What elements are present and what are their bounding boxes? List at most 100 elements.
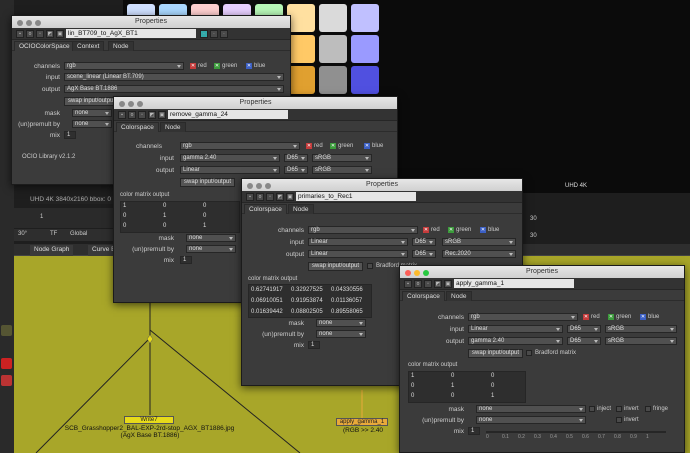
input-select[interactable]: Linear xyxy=(468,325,563,333)
tab-colorspace[interactable]: Colorspace xyxy=(402,291,445,301)
green-checkbox[interactable]: ✕ xyxy=(214,63,220,69)
matrix-cell[interactable]: 0 xyxy=(451,373,454,379)
matrix-cell[interactable]: 1 xyxy=(163,213,166,219)
red-checkbox[interactable]: ✕ xyxy=(190,63,196,69)
color2-icon[interactable]: ▣ xyxy=(444,280,452,288)
matrix-cell[interactable]: 0.01136057 xyxy=(331,298,362,304)
tab-node[interactable]: Node xyxy=(446,291,472,301)
mask-select[interactable]: none xyxy=(186,234,236,242)
titlebar[interactable]: Properties xyxy=(114,97,397,109)
blue-checkbox[interactable]: ✕ xyxy=(640,314,646,320)
input-primaries[interactable]: sRGB xyxy=(605,325,677,333)
blue-checkbox[interactable]: ✕ xyxy=(246,63,252,69)
matrix-cell[interactable]: 0 xyxy=(123,223,126,229)
output-primaries[interactable]: sRGB xyxy=(312,166,372,174)
mask-select[interactable]: none xyxy=(476,405,586,413)
lock-icon[interactable]: ▪ xyxy=(404,280,412,288)
matrix-cell[interactable]: 0 xyxy=(163,223,166,229)
input-select[interactable]: scene_linear (Linear BT.709) xyxy=(64,73,284,81)
color2-icon[interactable]: ▣ xyxy=(56,30,64,38)
blue-checkbox[interactable]: ✕ xyxy=(364,143,370,149)
green-checkbox[interactable]: ✕ xyxy=(330,143,336,149)
write-node[interactable]: Write7 xyxy=(124,416,174,424)
inject-checkbox[interactable] xyxy=(589,406,595,412)
red-checkbox[interactable]: ✕ xyxy=(583,314,589,320)
zoom-dot[interactable] xyxy=(137,101,143,107)
settings-icon[interactable]: o xyxy=(256,193,264,201)
output-whitepoint[interactable]: D65 xyxy=(284,166,308,174)
tab-ocio-colorspace[interactable]: OCIOColorSpace xyxy=(14,41,75,51)
bradford-checkbox[interactable] xyxy=(526,350,532,356)
swap-button[interactable]: swap input/output xyxy=(180,178,236,187)
matrix-cell[interactable]: 1 xyxy=(123,203,126,209)
output-select[interactable]: AgX Base BT.1886 xyxy=(64,85,284,93)
tab-colorspace[interactable]: Colorspace xyxy=(244,204,287,214)
mix-field[interactable]: 1 xyxy=(468,427,480,435)
blue-checkbox[interactable]: ✕ xyxy=(480,227,486,233)
matrix-cell[interactable]: 0.06910051 xyxy=(251,298,283,304)
matrix-cell[interactable]: 1 xyxy=(411,373,414,379)
channels-select[interactable]: rgb xyxy=(180,142,300,150)
node-name-field[interactable]: lin_BT709_to_AgX_BT1 xyxy=(66,29,196,38)
matrix-cell[interactable]: 0.89558065 xyxy=(331,309,363,315)
tool-icon-b[interactable]: · xyxy=(210,30,218,38)
close-dot[interactable] xyxy=(17,20,23,26)
matrix-cell[interactable]: 1 xyxy=(203,223,206,229)
minimize-dot[interactable] xyxy=(26,20,32,26)
input-select[interactable]: Linear xyxy=(308,238,408,246)
fringe-checkbox[interactable] xyxy=(645,406,651,412)
color-icon[interactable]: ◩ xyxy=(46,30,54,38)
close-dot[interactable] xyxy=(247,183,253,189)
lock-icon[interactable]: ▪ xyxy=(16,30,24,38)
output-primaries[interactable]: Rec.2020 xyxy=(442,250,516,258)
matrix-cell[interactable]: 0.04330556 xyxy=(331,287,363,293)
mix-field[interactable]: 1 xyxy=(180,256,192,264)
matrix-cell[interactable]: 0 xyxy=(203,203,206,209)
output-primaries[interactable]: sRGB xyxy=(605,337,677,345)
input-whitepoint[interactable]: D65 xyxy=(284,154,308,162)
input-whitepoint[interactable]: D65 xyxy=(567,325,601,333)
close-dot[interactable] xyxy=(405,270,411,276)
titlebar[interactable]: Properties xyxy=(242,179,522,191)
settings-icon[interactable]: o xyxy=(128,111,136,119)
settings-icon[interactable]: o xyxy=(414,280,422,288)
output-select[interactable]: Linear xyxy=(308,250,408,258)
tool-icon-c[interactable]: · xyxy=(220,30,228,38)
mask-select[interactable]: none xyxy=(72,109,112,117)
matrix-cell[interactable]: 1 xyxy=(451,383,454,389)
tab-node[interactable]: Node xyxy=(160,122,186,132)
invert-checkbox[interactable] xyxy=(616,406,622,412)
close-dot[interactable] xyxy=(119,101,125,107)
swap-button[interactable]: swap input/output xyxy=(64,97,120,106)
lock-icon[interactable]: ▪ xyxy=(118,111,126,119)
green-checkbox[interactable]: ✕ xyxy=(448,227,454,233)
tool-icon-a[interactable]: · xyxy=(200,30,208,38)
channels-select[interactable]: rgb xyxy=(308,226,418,234)
tab-node[interactable]: Node xyxy=(288,204,314,214)
titlebar[interactable]: Properties xyxy=(400,266,684,278)
matrix-cell[interactable]: 0 xyxy=(203,213,206,219)
swap-button[interactable]: swap input/output xyxy=(468,349,524,358)
pin-icon[interactable]: ▫ xyxy=(424,280,432,288)
pin-icon[interactable]: ▫ xyxy=(266,193,274,201)
mask-select[interactable]: none xyxy=(316,319,366,327)
tab-node[interactable]: Node xyxy=(108,41,134,51)
premult-invert-checkbox[interactable] xyxy=(616,417,622,423)
color2-icon[interactable]: ▣ xyxy=(158,111,166,119)
bradford-checkbox[interactable] xyxy=(367,263,373,269)
matrix-cell[interactable]: 0.62741917 xyxy=(251,287,283,293)
matrix-cell[interactable]: 1 xyxy=(491,393,494,399)
output-whitepoint[interactable]: D65 xyxy=(567,337,601,345)
zoom-dot[interactable] xyxy=(35,20,41,26)
minimize-dot[interactable] xyxy=(256,183,262,189)
minimize-dot[interactable] xyxy=(414,270,420,276)
mix-field[interactable]: 1 xyxy=(308,341,320,349)
matrix-cell[interactable]: 0 xyxy=(411,383,414,389)
color-icon[interactable]: ◩ xyxy=(148,111,156,119)
input-primaries[interactable]: sRGB xyxy=(312,154,372,162)
color2-icon[interactable]: ▣ xyxy=(286,193,294,201)
zoom-dot[interactable] xyxy=(423,270,429,276)
matrix-cell[interactable]: 0.32927525 xyxy=(291,287,323,293)
red-checkbox[interactable]: ✕ xyxy=(306,143,312,149)
premult-select[interactable]: none xyxy=(72,120,112,128)
